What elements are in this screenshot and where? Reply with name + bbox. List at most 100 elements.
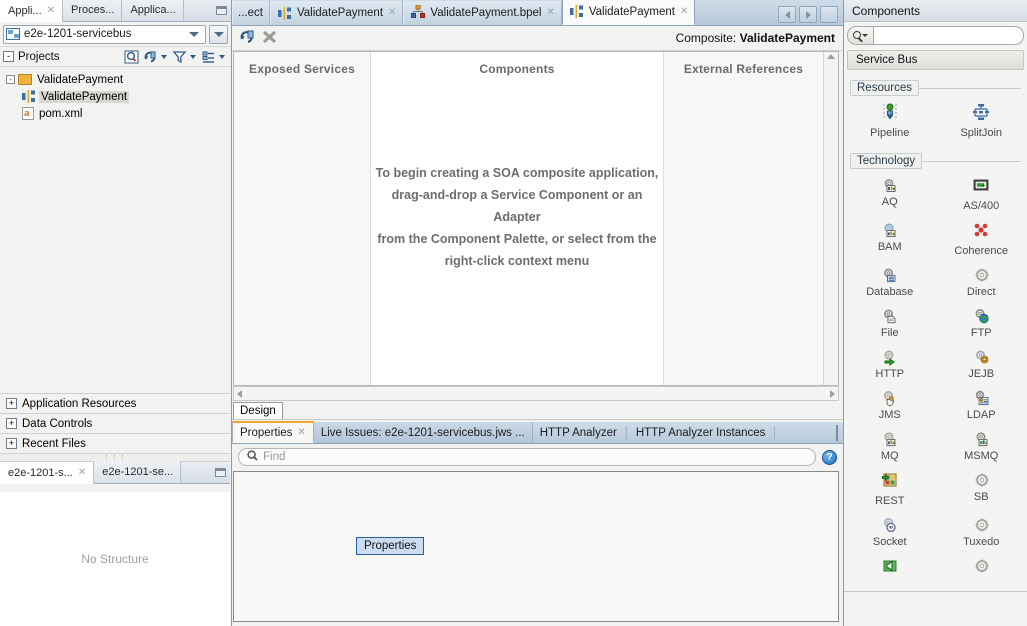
palette-item-jms[interactable]: JMS [844, 384, 936, 425]
palette-item-database[interactable]: Database [844, 261, 936, 302]
forward-icon[interactable] [799, 6, 817, 23]
accordion-recent-files[interactable]: + Recent Files [0, 433, 230, 453]
tree-item-project[interactable]: - ValidatePayment [6, 71, 231, 88]
palette-item-pipeline[interactable]: Pipeline [844, 98, 936, 143]
tree-item-pom[interactable]: pom.xml [6, 105, 231, 122]
palette-item-direct[interactable]: Direct [936, 261, 1027, 302]
editor-tab-validatepayment-bpel[interactable]: ValidatePayment.bpel ✕ [403, 1, 562, 25]
palette-item-label: Coherence [954, 245, 1009, 257]
palette-item-socket[interactable]: Socket [844, 511, 936, 552]
scroll-left-icon[interactable] [237, 389, 242, 398]
section-divider [918, 87, 1021, 89]
properties-body[interactable]: Properties [233, 471, 839, 622]
palette-item-msmq[interactable]: MSMQ [936, 425, 1027, 466]
composite-canvas[interactable]: Exposed Services Components To begin cre… [233, 51, 839, 386]
editor-tab-label: ...ect [238, 7, 263, 19]
palette-item-label: REST [875, 495, 905, 507]
palette-item-as400[interactable]: AS/400 [936, 171, 1027, 216]
palette-item-file[interactable]: File [844, 302, 936, 343]
refresh-icon[interactable] [142, 49, 159, 65]
dock-tab-processes[interactable]: Proces... [63, 0, 123, 21]
back-icon[interactable] [778, 6, 796, 23]
dock-tab-label: Applica... [130, 4, 176, 16]
accordion-data-controls[interactable]: + Data Controls [0, 413, 230, 433]
close-icon[interactable]: ✕ [680, 6, 688, 17]
scroll-up-icon[interactable] [827, 54, 835, 59]
accordion-expander[interactable]: + [6, 398, 17, 409]
tree-item-composite[interactable]: ValidatePayment [6, 88, 231, 105]
accordion-expander[interactable]: + [6, 418, 17, 429]
tab-http-analyzer[interactable]: HTTP Analyzer [533, 422, 624, 443]
tab-design[interactable]: Design [233, 402, 283, 419]
application-combo[interactable]: e2e-1201-servicebus [3, 24, 206, 44]
properties-chip[interactable]: Properties [356, 537, 425, 555]
xml-file-icon [22, 107, 34, 120]
close-icon[interactable]: ✕ [297, 427, 305, 438]
minimize-properties-button[interactable] [836, 425, 843, 443]
close-icon[interactable]: ✕ [78, 467, 86, 478]
palette-item-jejb[interactable]: JEJB [936, 343, 1027, 384]
palette-search-input[interactable] [873, 25, 1024, 45]
tab-properties[interactable]: Properties ✕ [232, 421, 314, 443]
structure-tab-primary[interactable]: e2e-1201-s... ✕ [0, 462, 95, 484]
help-icon[interactable]: ? [822, 449, 837, 465]
palette-item-rest[interactable]: REST [844, 466, 936, 511]
palette-item-ftp[interactable]: FTP [936, 302, 1027, 343]
editor-tab-validatepayment-composite-2[interactable]: ValidatePayment ✕ [561, 0, 696, 25]
palette-item-ldap[interactable]: LDAP [936, 384, 1027, 425]
search-project-icon[interactable] [123, 49, 140, 65]
palette-item-sb[interactable]: SB [936, 466, 1027, 511]
scroll-right-icon[interactable] [830, 389, 835, 398]
application-menu-button[interactable] [209, 24, 228, 44]
palette-item-umt[interactable] [844, 552, 936, 585]
chevron-down-icon[interactable] [219, 54, 225, 59]
dock-tab-application-servers[interactable]: Applica... [122, 0, 184, 21]
palette-item-mq[interactable]: MQ [844, 425, 936, 466]
editor-tab-validatepayment-composite-1[interactable]: ValidatePayment ✕ [269, 1, 404, 25]
lane-external-references[interactable]: External References [663, 52, 823, 385]
minimize-panel-button[interactable] [211, 0, 231, 21]
chevron-down-icon[interactable] [190, 54, 196, 59]
structure-tab-secondary[interactable]: e2e-1201-se... [94, 461, 182, 483]
delete-icon[interactable] [260, 28, 282, 48]
socket-adapter-icon [881, 516, 898, 533]
palette-search-options-button[interactable] [847, 25, 873, 45]
palette-item-generic[interactable] [936, 552, 1027, 585]
editor-tab-project[interactable]: ...ect [232, 1, 270, 25]
find-input[interactable]: Find [238, 448, 816, 466]
palette-item-http[interactable]: HTTP [844, 343, 936, 384]
dock-tab-applications[interactable]: Appli... ✕ [0, 0, 64, 22]
view-options-icon[interactable] [200, 49, 217, 65]
lane-components[interactable]: Components To begin creating a SOA compo… [371, 52, 663, 385]
palette-item-bam[interactable]: BAM [844, 216, 936, 261]
palette-item-tuxedo[interactable]: Tuxedo [936, 511, 1027, 552]
lane-exposed-services[interactable]: Exposed Services [234, 52, 371, 385]
close-icon[interactable]: ✕ [546, 8, 554, 18]
canvas-horizontal-scrollbar[interactable] [233, 386, 839, 401]
palette-group-service-bus[interactable]: Service Bus [847, 50, 1024, 70]
chevron-down-icon[interactable] [189, 31, 199, 37]
close-icon[interactable]: ✕ [388, 8, 396, 18]
palette-item-coherence[interactable]: Coherence [936, 216, 1027, 261]
palette-item-splitjoin[interactable]: SplitJoin [936, 98, 1027, 143]
accordion-label: Application Resources [22, 397, 137, 410]
minimize-structure-button[interactable] [210, 461, 230, 483]
accordion-label: Data Controls [22, 417, 93, 430]
applications-dock-panel: Appli... ✕ Proces... Applica... e2e-1201… [0, 0, 232, 626]
filter-icon[interactable] [171, 49, 188, 65]
accordion-expander[interactable]: + [6, 438, 17, 449]
tab-properties-label: Properties [240, 426, 293, 439]
refresh-icon[interactable] [238, 28, 260, 48]
tab-live-issues-label: Live Issues: e2e-1201-servicebus.jws ... [320, 426, 525, 439]
properties-tabbar: Properties ✕ Live Issues: e2e-1201-servi… [232, 421, 843, 444]
tab-live-issues[interactable]: Live Issues: e2e-1201-servicebus.jws ... [313, 422, 533, 443]
tree-expander[interactable]: - [6, 75, 15, 84]
tab-http-analyzer-instances[interactable]: HTTP Analyzer Instances [629, 422, 773, 443]
projects-expander[interactable]: - [3, 51, 14, 62]
chevron-down-icon[interactable] [161, 54, 167, 59]
close-icon[interactable]: ✕ [47, 5, 55, 16]
canvas-vertical-scrollbar[interactable] [823, 52, 838, 385]
palette-item-aq[interactable]: AQ [844, 171, 936, 216]
tab-list-icon[interactable] [820, 6, 838, 23]
accordion-application-resources[interactable]: + Application Resources [0, 393, 230, 413]
